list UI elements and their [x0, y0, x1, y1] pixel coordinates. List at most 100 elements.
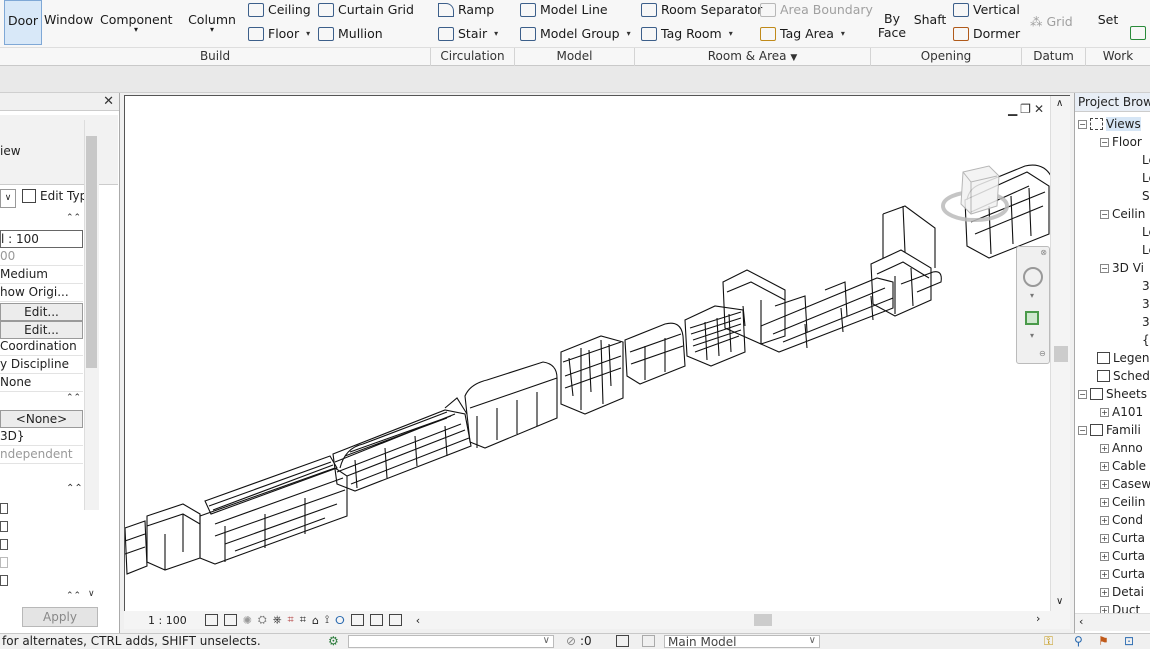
component-button[interactable]: Component ▾ — [100, 12, 173, 34]
detail-level-field[interactable]: Medium — [0, 266, 83, 284]
browser-hscroll[interactable]: ‹ — [1075, 613, 1150, 631]
view-template-button[interactable]: <None> — [0, 410, 83, 428]
options-icon[interactable]: ⊖ — [1039, 349, 1046, 358]
locked-orientation-checkbox[interactable] — [0, 557, 8, 568]
scroll-right-icon[interactable]: › — [1036, 612, 1040, 625]
tree-sheet-a101[interactable]: + A101 — [1100, 405, 1143, 419]
annotation-crop-checkbox[interactable] — [0, 539, 8, 550]
model-group-button[interactable]: Model Group ▾ — [520, 26, 631, 41]
tree-family-item[interactable]: + Detai — [1100, 585, 1144, 599]
tree-sheets[interactable]: − Sheets — [1078, 387, 1147, 401]
graphic-display-edit-button[interactable]: Edit... — [0, 321, 83, 339]
collapse-icon[interactable]: − — [1078, 389, 1087, 399]
room-separator-button[interactable]: Room Separator — [641, 2, 762, 17]
tree-3d-item[interactable]: 3 — [1142, 279, 1150, 293]
model-line-button[interactable]: Model Line — [520, 2, 608, 17]
tree-family-item[interactable]: + Anno — [1100, 441, 1143, 455]
scroll-left-icon[interactable]: ‹ — [416, 614, 420, 627]
shadows-icon[interactable]: ⛭ — [258, 613, 267, 627]
temporary-hide-icon[interactable]: ⟟ — [325, 613, 329, 627]
expand-icon[interactable]: + — [1100, 479, 1109, 489]
tree-family-item[interactable]: + Ceilin — [1100, 495, 1145, 509]
show-hidden-lines-field[interactable]: y Discipline — [0, 356, 83, 374]
chevron-down-icon[interactable]: ▾ — [1030, 291, 1034, 300]
exclude-options-icon[interactable] — [642, 635, 655, 647]
collapse-icon[interactable]: − — [1078, 119, 1087, 129]
collapse-camera-icon[interactable]: ⌃⌃ — [66, 591, 81, 601]
tree-schedules[interactable]: Sched — [1097, 369, 1150, 383]
scroll-up-icon[interactable]: ∧ — [1056, 98, 1063, 109]
collapse-identity-icon[interactable]: ⌃⌃ — [66, 393, 81, 403]
collapse-icon[interactable]: − — [1100, 137, 1109, 147]
scroll-down-icon[interactable]: ∨ — [1056, 596, 1063, 607]
design-options-icon[interactable] — [616, 635, 629, 647]
tree-family-item[interactable]: + Casew — [1100, 477, 1150, 491]
3d-viewport[interactable]: ▁❐✕ ⊗ ▾ ▾ ⊖ — [124, 95, 1070, 612]
view-dropdown[interactable]: ∨ — [0, 189, 16, 208]
expand-icon[interactable]: + — [1100, 533, 1109, 543]
temporary-view-properties-icon[interactable] — [350, 614, 364, 626]
close-icon[interactable]: ⊗ — [1040, 248, 1047, 257]
expand-icon[interactable]: + — [1100, 407, 1109, 417]
detail-level-icon[interactable] — [204, 614, 218, 626]
design-option-dropdown[interactable]: Main Model ∨ — [664, 635, 820, 649]
tree-3d-item[interactable]: 3 — [1142, 297, 1150, 311]
steering-wheel-icon[interactable] — [1023, 267, 1043, 287]
ramp-button[interactable]: Ramp — [438, 2, 494, 17]
properties-scroll-thumb[interactable] — [86, 136, 97, 368]
parts-visibility-field[interactable]: how Origi... — [0, 284, 83, 302]
collapse-extents-icon[interactable]: ⌃⌃ — [66, 483, 83, 494]
tree-floor-item[interactable]: Le — [1142, 153, 1150, 167]
tree-family-item[interactable]: + Curta — [1100, 531, 1145, 545]
mullion-button[interactable]: Mullion — [318, 26, 383, 41]
set-button[interactable]: Set — [1092, 12, 1124, 27]
section-box-checkbox[interactable] — [0, 575, 8, 586]
lock-view-icon[interactable]: ⌂ — [312, 614, 319, 627]
vertical-scroll-thumb[interactable] — [1054, 346, 1068, 362]
discipline-field[interactable]: Coordination — [0, 338, 83, 356]
expand-icon[interactable]: + — [1100, 497, 1109, 507]
collapse-graphics-icon[interactable]: ⌃⌃ — [66, 213, 81, 223]
tree-3d-views[interactable]: − 3D Vi — [1100, 261, 1144, 275]
collapse-icon[interactable]: − — [1100, 209, 1109, 219]
tree-ceiling-item[interactable]: Le — [1142, 225, 1150, 239]
tree-ceiling-item[interactable]: Le — [1142, 243, 1150, 257]
select-underlay-icon[interactable]: ⚲ — [1074, 634, 1083, 648]
analytical-model-icon[interactable] — [388, 614, 402, 626]
expand-icon[interactable]: + — [1100, 461, 1109, 471]
zoom-region-icon[interactable] — [1025, 311, 1039, 325]
tree-floor-item[interactable]: Le — [1142, 171, 1150, 185]
editable-only-icon[interactable]: ⊘ — [566, 634, 576, 648]
curtain-grid-button[interactable]: Curtain Grid — [318, 2, 414, 17]
door-button[interactable]: Door — [4, 0, 42, 45]
show-workplane-button[interactable] — [1130, 26, 1146, 40]
tree-families[interactable]: − Famili — [1078, 423, 1141, 437]
collapse-icon[interactable]: − — [1078, 425, 1087, 435]
select-pinned-icon[interactable]: ⚑ — [1098, 634, 1109, 648]
collapse-icon[interactable]: − — [1100, 263, 1109, 273]
worksharing-icon[interactable] — [369, 614, 383, 626]
floor-button[interactable]: Floor ▾ — [248, 26, 310, 41]
tree-views[interactable]: − Views — [1078, 117, 1141, 131]
tree-ceiling-plans[interactable]: − Ceilin — [1100, 207, 1145, 221]
chevron-down-icon[interactable]: ▾ — [1030, 331, 1034, 340]
expand-icon[interactable]: + — [1100, 587, 1109, 597]
tree-floor-item[interactable]: Si — [1142, 189, 1150, 203]
scroll-left-icon[interactable]: ‹ — [1079, 615, 1083, 628]
tree-floor-plans[interactable]: − Floor — [1100, 135, 1142, 149]
tree-family-item[interactable]: + Curta — [1100, 567, 1145, 581]
area-boundary-button[interactable]: Area Boundary — [760, 2, 873, 17]
window-button[interactable]: Window — [44, 12, 93, 27]
shaft-button[interactable]: Shaft — [912, 12, 948, 27]
tag-room-button[interactable]: Tag Room ▾ — [641, 26, 733, 41]
tree-3d-item[interactable]: {3 — [1142, 333, 1150, 347]
reveal-hidden-icon[interactable]: ⵔ — [335, 614, 345, 627]
tag-area-button[interactable]: Tag Area ▾ — [760, 26, 845, 41]
room-area-expand-icon[interactable]: ▼ — [790, 53, 797, 63]
crop-view-icon[interactable]: ⌗ — [288, 613, 294, 627]
tree-legends[interactable]: Legen — [1097, 351, 1149, 365]
visibility-edit-button[interactable]: Edit... — [0, 303, 83, 321]
expand-icon[interactable]: + — [1100, 569, 1109, 579]
close-icon[interactable]: ✕ — [103, 94, 114, 109]
view-scale-label[interactable]: 1 : 100 — [148, 614, 187, 627]
